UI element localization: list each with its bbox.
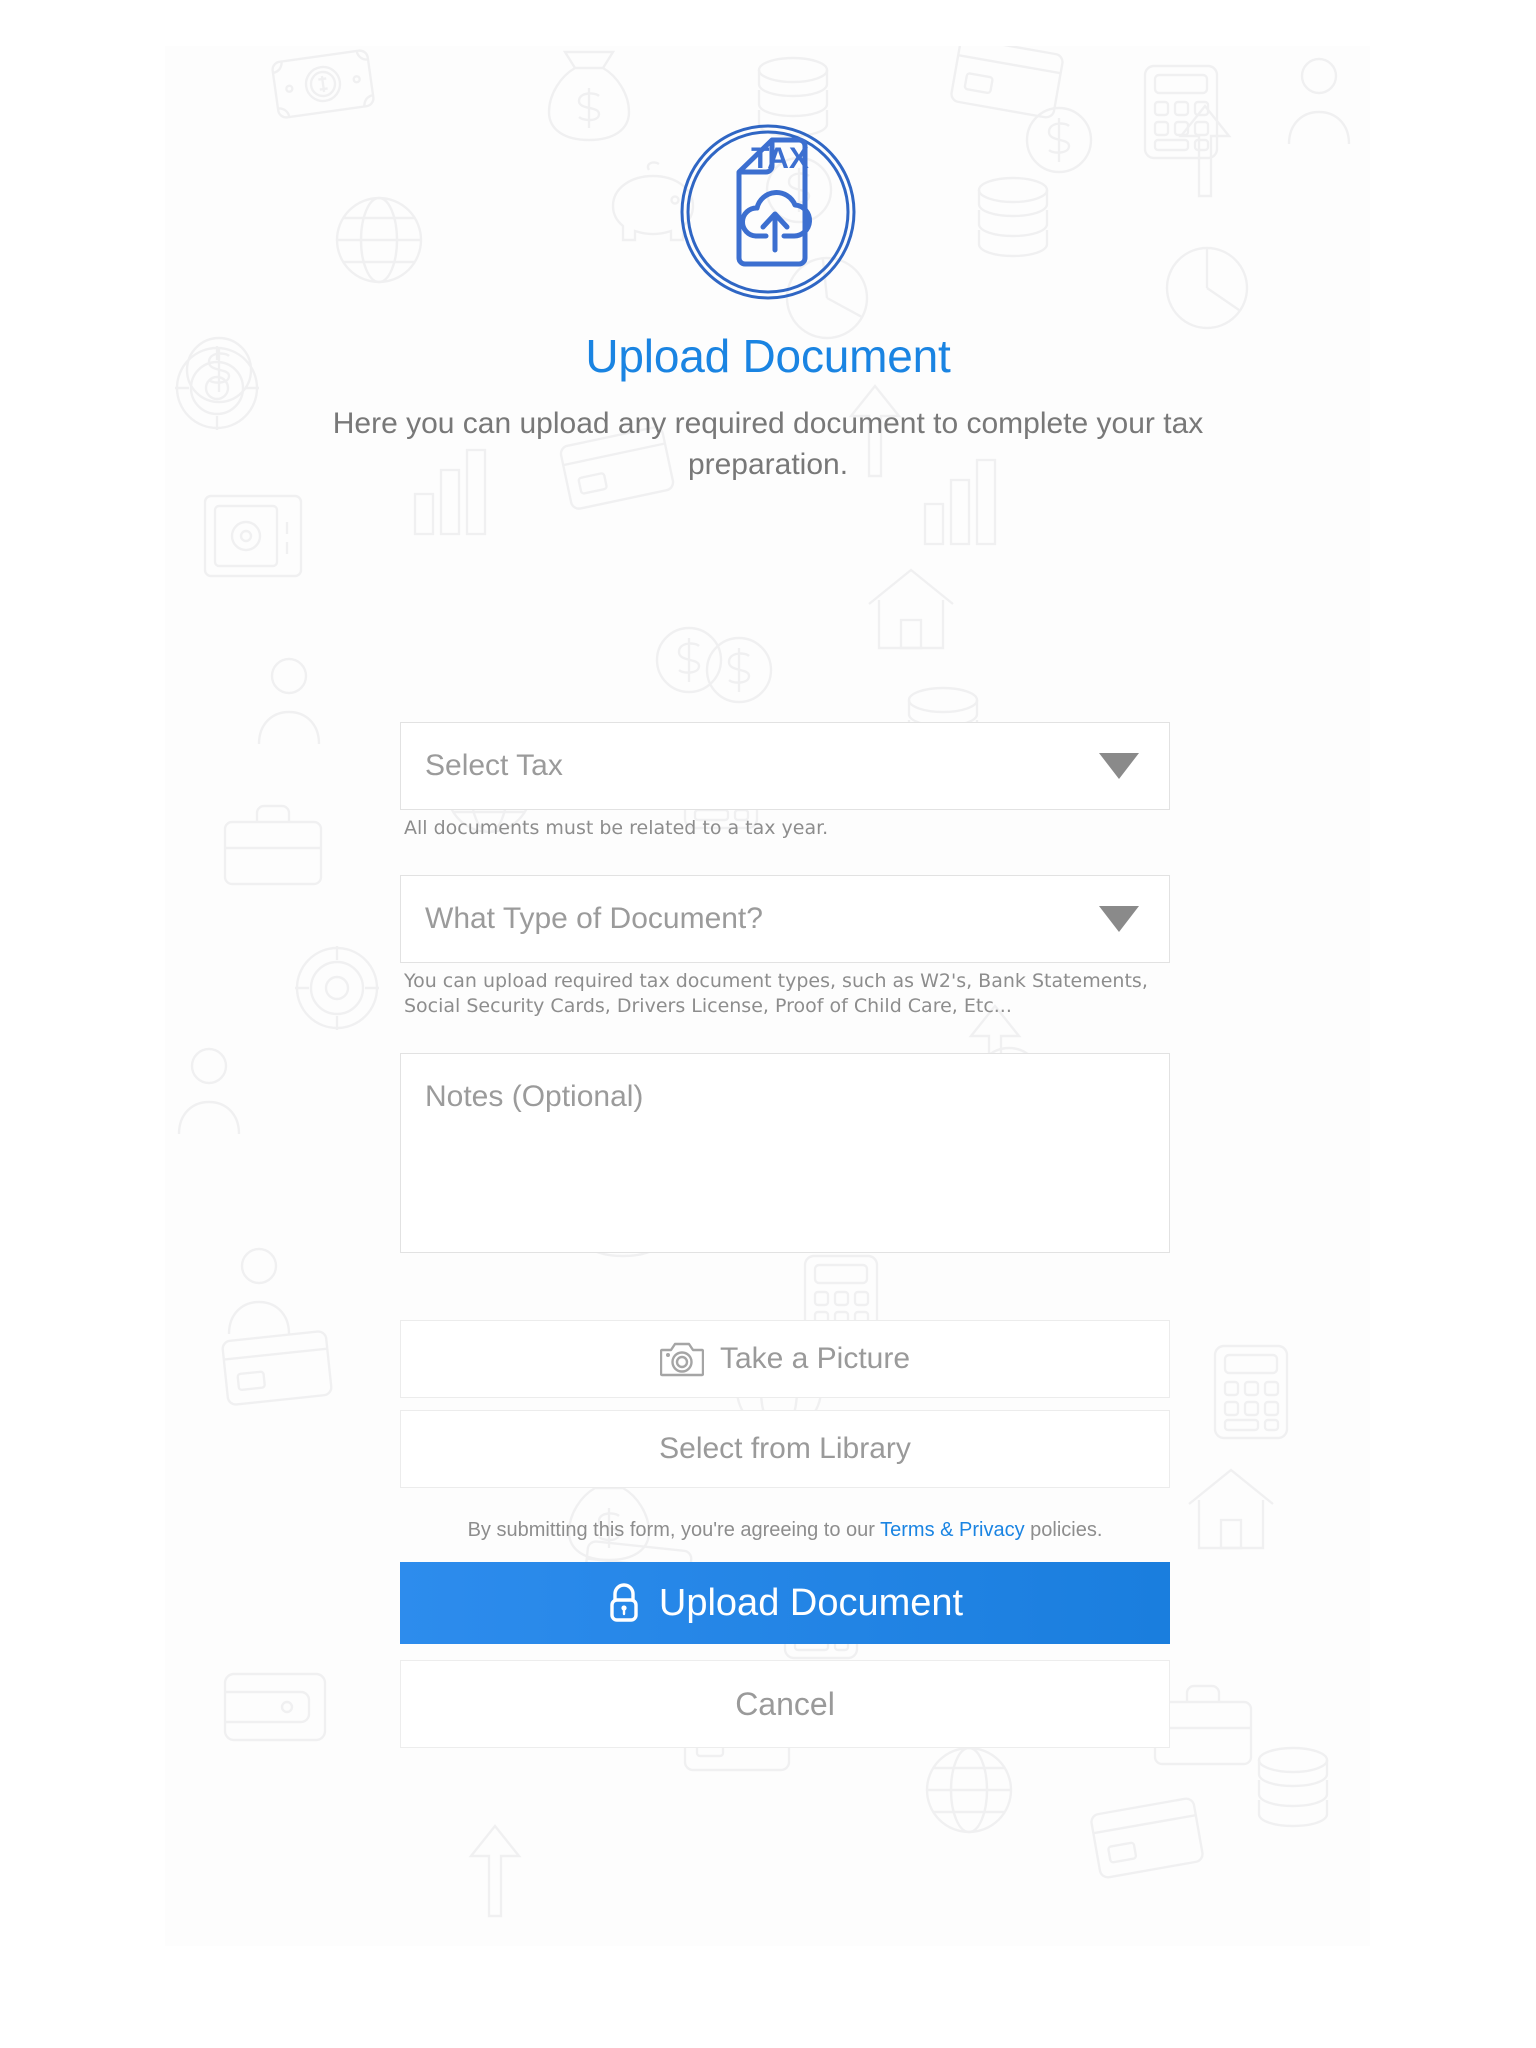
upload-form: Select Tax All documents must be related… <box>400 722 1170 1748</box>
take-picture-label: Take a Picture <box>719 1342 911 1375</box>
tax-label: TAX <box>751 142 809 175</box>
terms-prefix: By submitting this form, you're agreeing… <box>467 1519 881 1541</box>
terms-notice: By submitting this form, you're agreeing… <box>400 1516 1170 1544</box>
upload-document-button[interactable]: Upload Document <box>400 1562 1170 1644</box>
tax-document-upload-logo: TAX <box>0 122 1536 302</box>
page-title: Upload Document <box>585 330 951 382</box>
tax-upload-icon: TAX <box>680 124 856 300</box>
chevron-down-icon <box>1099 753 1139 779</box>
take-picture-button[interactable]: Take a Picture <box>400 1320 1170 1398</box>
camera-icon <box>659 1342 704 1377</box>
lock-icon <box>610 1583 638 1622</box>
document-type-helper-text: You can upload required tax document typ… <box>404 970 1148 1017</box>
tax-year-select[interactable]: Select Tax <box>400 722 1170 810</box>
tax-year-helper-text: All documents must be related to a tax y… <box>404 817 829 839</box>
notes-textarea[interactable] <box>400 1053 1170 1253</box>
terms-privacy-link[interactable]: Terms & Privacy <box>880 1519 1024 1541</box>
select-from-library-button[interactable]: Select from Library <box>400 1410 1170 1488</box>
chevron-down-icon <box>1099 906 1139 932</box>
document-type-select[interactable]: What Type of Document? <box>400 875 1170 963</box>
terms-suffix: policies. <box>1024 1519 1103 1541</box>
page-subtitle: Here you can upload any required documen… <box>332 407 1204 481</box>
cancel-button[interactable]: Cancel <box>400 1660 1170 1748</box>
document-type-select-value: What Type of Document? <box>425 902 763 935</box>
tax-year-select-value: Select Tax <box>425 749 563 782</box>
upload-document-label: Upload Document <box>658 1581 964 1624</box>
select-from-library-label: Select from Library <box>659 1432 911 1465</box>
upload-document-screen: TAX Upload Document Here you can upload … <box>0 0 1536 2048</box>
